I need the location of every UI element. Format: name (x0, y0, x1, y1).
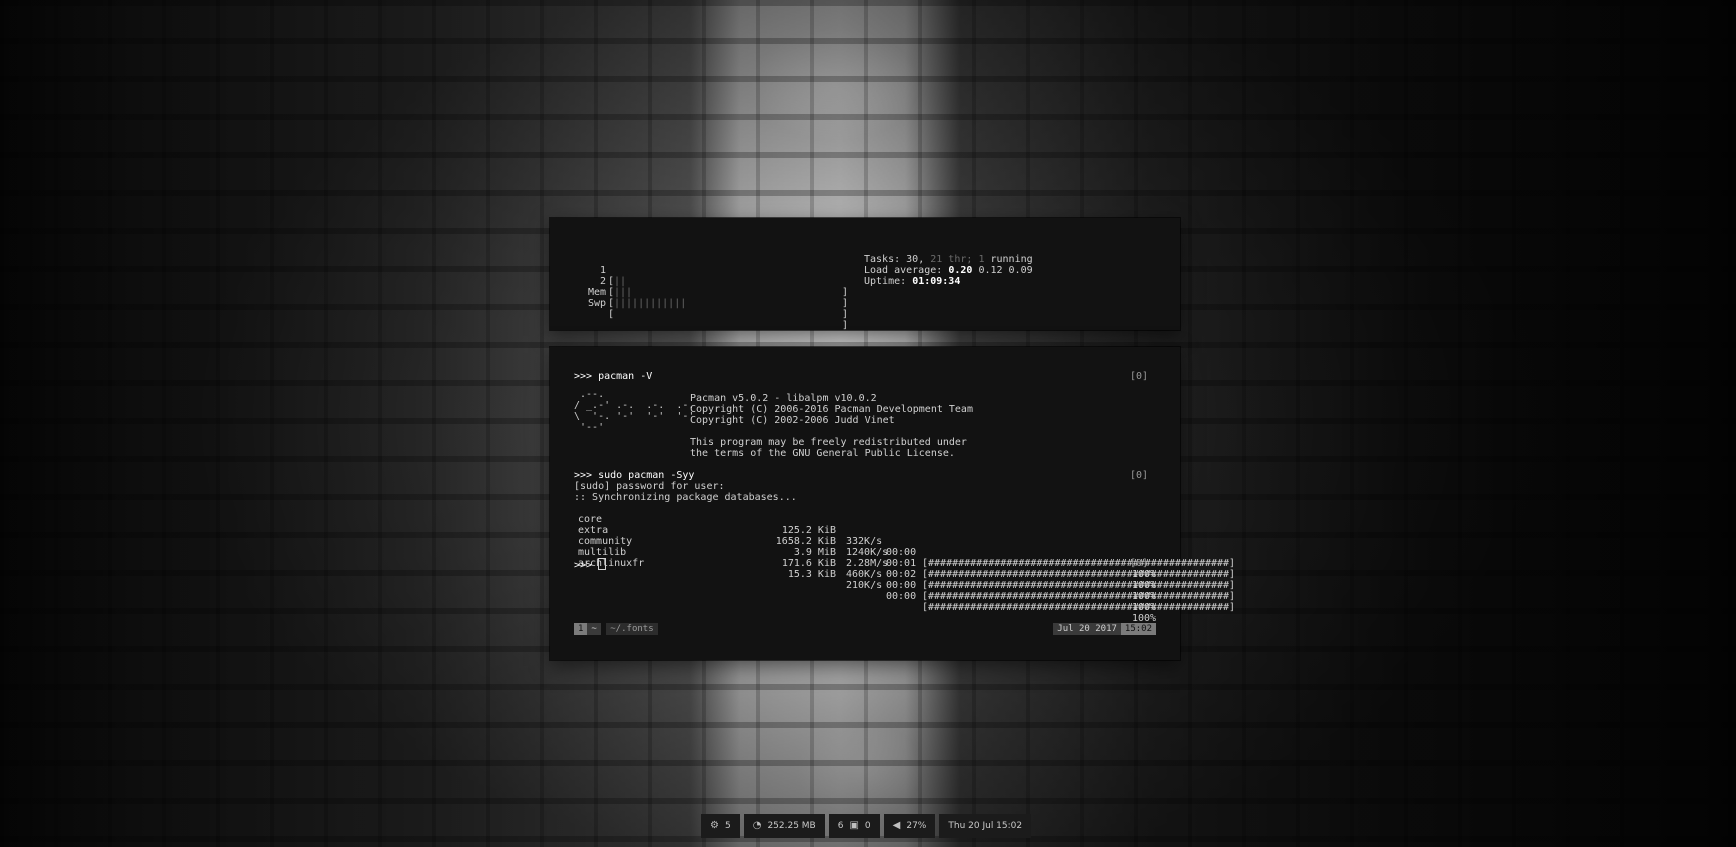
text-cursor (598, 558, 607, 570)
clock-widget[interactable]: Thu 20 Jul 15:02 (939, 814, 1032, 838)
bottom-panel: ⚙ 5 ◔ 252.25 MB 6 ▣ 0 ◀ 27% Thu 20 Jul 1… (701, 814, 1035, 838)
clock-text: Thu 20 Jul 15:02 (948, 821, 1023, 831)
load-rest: 0.12 0.09 (978, 265, 1033, 276)
swap-meter: Swp [ ] (587, 298, 849, 331)
window-index[interactable]: 1 (574, 623, 588, 635)
status-date: Jul 20 2017 (1053, 623, 1121, 635)
workspaces-count: 5 (724, 821, 731, 831)
memory-value: 252.25 MB (767, 821, 816, 831)
prompt-line: >>> pacman -V (574, 371, 653, 382)
version-line: Pacman v5.0.2 - libalpm v10.0.2 (690, 393, 877, 404)
volume-value: 27% (906, 821, 927, 831)
active-prompt[interactable]: >>> (574, 558, 607, 571)
shell-terminal-window[interactable]: >>> pacman -V [0] .--. / _.-' .-. .-. .-… (550, 347, 1235, 660)
pacman-ascii-logo: .--. / _.-' .-. .-. .-. \ '-. '-' '-' '-… (574, 389, 695, 433)
load-1min: 0.20 (948, 265, 973, 276)
threads-count: 21 thr; (930, 254, 973, 265)
htop-terminal-window[interactable]: 1 [|| ] 2 [||| ] Mem [|||||||||||| ] Swp… (550, 218, 1180, 331)
meter-label: Swp (587, 298, 606, 309)
load-label: Load average: (864, 265, 943, 276)
tasks-count: 30, (906, 254, 925, 265)
window-name[interactable]: ~ (587, 623, 601, 635)
return-code: [0] (1129, 558, 1148, 569)
package-icon: ▣ (849, 820, 859, 831)
license-line: the terms of the GNU General Public Lice… (690, 448, 955, 459)
sync-line: :: Synchronizing package databases... (574, 492, 797, 503)
updates-value: 0 (864, 821, 871, 831)
dashboard-icon: ◔ (752, 820, 762, 831)
htop-summary: Tasks: 30, 21 thr; 1 running Load averag… (864, 254, 1033, 287)
volume-widget[interactable]: ◀ 27% (883, 814, 936, 838)
running-label: running (990, 254, 1033, 265)
current-path: ~/.fonts (606, 623, 658, 635)
tmux-status-right: Jul 20 2017 15:02 (1053, 623, 1156, 635)
gears-icon: ⚙ (710, 820, 719, 831)
prompt-symbol: >>> (574, 560, 599, 571)
uptime-value: 01:09:34 (912, 276, 961, 287)
meter-bars: |||||||||||| (614, 298, 687, 309)
tmux-status-left: 1 ~ ~/.fonts (574, 623, 658, 635)
updates-count: 6 (837, 821, 844, 831)
uptime-label: Uptime: (864, 276, 907, 287)
status-time: 15:02 (1120, 623, 1156, 635)
running-count: 1 (978, 254, 985, 265)
speaker-icon: ◀ (892, 820, 901, 831)
tasks-label: Tasks: (864, 254, 901, 265)
copyright-line: Copyright (C) 2002-2006 Judd Vinet (690, 415, 895, 426)
return-code: [0] (1129, 371, 1148, 382)
updates-widget[interactable]: 6 ▣ 0 (828, 814, 880, 838)
workspaces-widget[interactable]: ⚙ 5 (701, 814, 740, 838)
return-code: [0] (1129, 470, 1148, 481)
license-line: This program may be freely redistributed… (690, 437, 967, 448)
prompt-line: >>> sudo pacman -Syy (574, 470, 695, 481)
sudo-line: [sudo] password for user: (574, 481, 725, 492)
copyright-line: Copyright (C) 2006-2016 Pacman Developme… (690, 404, 973, 415)
memory-widget[interactable]: ◔ 252.25 MB (743, 814, 825, 838)
